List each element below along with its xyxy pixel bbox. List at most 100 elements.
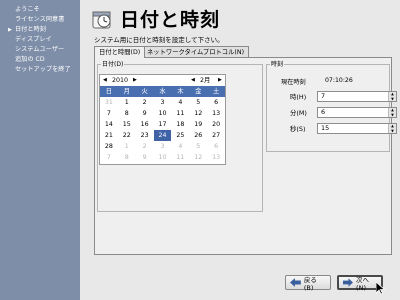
calendar-day[interactable]: 28 (100, 141, 118, 152)
calendar-day[interactable]: 2 (136, 141, 154, 152)
hour-label: 時(H) (290, 93, 307, 101)
calendar-day[interactable]: 26 (189, 130, 207, 141)
weekday-label: 金 (195, 88, 202, 95)
calendar-day[interactable]: 12 (189, 152, 207, 163)
calendar-day[interactable]: 17 (154, 119, 172, 130)
calendar-week: 28 1 2 3 4 5 6 (100, 141, 225, 152)
calendar-day[interactable]: 16 (136, 119, 154, 130)
next-month-icon[interactable]: ▶ (218, 75, 222, 86)
calendar-header: ◀ 2010 ▶ ◀ 2月 ▶ (100, 75, 225, 86)
calendar-day[interactable]: 13 (207, 108, 225, 119)
calendar-day[interactable]: 6 (207, 97, 225, 108)
sidebar-item-additional-cd: 追加の CD (15, 56, 45, 63)
calendar-day[interactable]: 8 (118, 108, 136, 119)
calendar-day[interactable]: 2 (136, 97, 154, 108)
calendar[interactable]: ◀ 2010 ▶ ◀ 2月 ▶ 日 月 火 水 木 金 土 31 1 2 3 4… (99, 74, 226, 165)
date-frame-label: 日付(D) (101, 60, 125, 69)
calendar-day[interactable]: 14 (100, 119, 118, 130)
calendar-day[interactable]: 1 (118, 141, 136, 152)
sidebar-item-welcome: ようこそ (15, 6, 40, 13)
calendar-day[interactable]: 9 (136, 152, 154, 163)
hour-value: 7 (321, 92, 326, 100)
second-label: 秒(S) (290, 125, 306, 133)
calendar-day-selected[interactable]: 24 (153, 130, 172, 141)
calendar-day[interactable]: 6 (207, 141, 225, 152)
weekday-label: 土 (212, 88, 220, 95)
weekday-header: 日 月 火 水 木 金 土 (100, 86, 225, 97)
calendar-day[interactable]: 23 (136, 130, 154, 141)
calendar-day[interactable]: 8 (118, 152, 136, 163)
calendar-day[interactable]: 21 (100, 130, 118, 141)
calendar-day[interactable]: 9 (136, 108, 154, 119)
forward-arrow-icon (343, 278, 354, 287)
calendar-day[interactable]: 22 (118, 130, 136, 141)
calendar-day[interactable]: 5 (189, 141, 207, 152)
sidebar-steps: ようこそ ライセンス同意書 ▶ 日付と時刻 ディスプレイ システムユーザー 追加の… (0, 0, 80, 75)
calendar-day[interactable]: 3 (154, 141, 172, 152)
spinner-arrows-icon[interactable]: ▲ ▼ (388, 124, 396, 133)
weekday-label: 木 (177, 88, 184, 95)
prev-year-icon[interactable]: ◀ (103, 75, 107, 86)
second-spinner[interactable]: 15 ▲ ▼ (317, 123, 397, 134)
tab-ntp[interactable]: ネットワークタイムプロトコル(N) (142, 46, 250, 57)
sidebar-item-display: ディスプレイ (15, 36, 52, 43)
calendar-day[interactable]: 10 (154, 152, 172, 163)
page-title: 日付と時刻 (120, 9, 221, 31)
calendar-day[interactable]: 31 (100, 97, 118, 108)
calendar-day[interactable]: 27 (207, 130, 225, 141)
calendar-day[interactable]: 5 (189, 97, 207, 108)
calendar-week: 14 15 16 17 18 19 20 (100, 119, 225, 130)
calendar-day[interactable]: 4 (171, 141, 189, 152)
calendar-week: 7 8 9 10 11 12 13 (100, 108, 225, 119)
calendar-day[interactable]: 25 (171, 130, 189, 141)
calendar-day[interactable]: 4 (171, 97, 189, 108)
calendar-day[interactable]: 19 (189, 119, 207, 130)
sidebar-item-finish-setup: セットアップを終了 (15, 66, 71, 73)
date-frame: 日付(D) ◀ 2010 ▶ ◀ 2月 ▶ 日 月 火 水 木 金 土 31 1… (97, 60, 263, 212)
current-time-label: 現在時刻 (281, 79, 306, 86)
calendar-day[interactable]: 12 (189, 108, 207, 119)
minute-value: 6 (321, 108, 326, 116)
hour-spinner[interactable]: 7 ▲ ▼ (317, 91, 397, 102)
sidebar-item-license: ライセンス同意書 (15, 16, 65, 23)
calendar-week: 31 1 2 3 4 5 6 (100, 97, 225, 108)
spinner-arrows-icon[interactable]: ▲ ▼ (388, 92, 396, 101)
time-frame: 時刻 現在時刻 07:10:26 時(H) 7 ▲ ▼ 分(M) 6 ▲ ▼ 秒(S… (266, 60, 397, 152)
weekday-label: 月 (123, 88, 130, 95)
calendar-day[interactable]: 13 (207, 152, 225, 163)
main-content: 日付と時刻 システム用に日付と時刻を設定して下さい。 日付と時間(D) ネットワ… (80, 0, 400, 300)
sidebar-item-system-user: システムユーザー (15, 46, 65, 53)
calendar-day[interactable]: 18 (171, 119, 189, 130)
prev-month-icon[interactable]: ◀ (191, 75, 195, 86)
spinner-arrows-icon[interactable]: ▲ ▼ (388, 108, 396, 117)
weekday-label: 水 (159, 88, 166, 95)
weekday-label: 火 (141, 88, 148, 95)
calendar-day[interactable]: 10 (154, 108, 172, 119)
calendar-day[interactable]: 11 (171, 108, 189, 119)
time-frame-label: 時刻 (270, 60, 285, 69)
mouse-cursor-icon (376, 282, 385, 295)
calendar-year: 2010 (112, 77, 129, 84)
minute-label: 分(M) (290, 109, 307, 117)
calendar-day[interactable]: 15 (118, 119, 136, 130)
calendar-day[interactable]: 1 (118, 97, 136, 108)
back-arrow-icon (290, 278, 301, 287)
calendar-day[interactable]: 11 (171, 152, 189, 163)
tab-panel: 日付(D) ◀ 2010 ▶ ◀ 2月 ▶ 日 月 火 水 木 金 土 31 1… (94, 57, 397, 255)
sidebar: ようこそ ライセンス同意書 ▶ 日付と時刻 ディスプレイ システムユーザー 追加の… (0, 0, 80, 300)
back-button[interactable]: 戻る(B) (285, 275, 331, 292)
calendar-day[interactable]: 20 (207, 119, 225, 130)
calendar-day[interactable]: 7 (100, 152, 118, 163)
tab-date-time[interactable]: 日付と時間(D) (94, 46, 146, 58)
calendar-week: 7 8 9 10 11 12 13 (100, 152, 225, 163)
weekday-label: 日 (105, 88, 113, 95)
calendar-week: 21 22 23 24 25 26 27 (100, 130, 225, 141)
next-year-icon[interactable]: ▶ (133, 75, 137, 86)
calendar-month: 2月 (200, 77, 211, 84)
second-value: 15 (321, 124, 330, 132)
current-step-arrow-icon: ▶ (8, 27, 12, 33)
current-time-value: 07:10:26 (325, 77, 353, 84)
minute-spinner[interactable]: 6 ▲ ▼ (317, 107, 397, 118)
calendar-day[interactable]: 7 (100, 108, 118, 119)
calendar-day[interactable]: 3 (154, 97, 172, 108)
